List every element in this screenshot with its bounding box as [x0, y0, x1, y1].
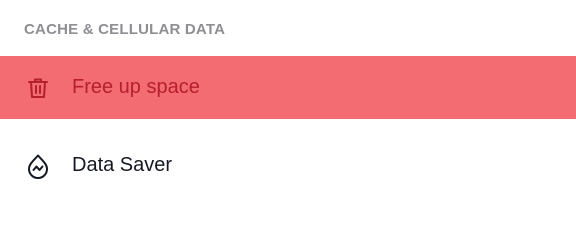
trash-icon [25, 75, 51, 101]
data-saver-row[interactable]: Data Saver [0, 134, 576, 197]
data-saver-label: Data Saver [72, 154, 173, 176]
data-saver-icon [25, 153, 51, 179]
section-header: CACHE & CELLULAR DATA [24, 21, 226, 38]
free-up-space-label: Free up space [72, 76, 200, 98]
settings-screen: CACHE & CELLULAR DATA Free up space Data… [0, 0, 576, 200]
free-up-space-row[interactable]: Free up space [0, 56, 576, 119]
